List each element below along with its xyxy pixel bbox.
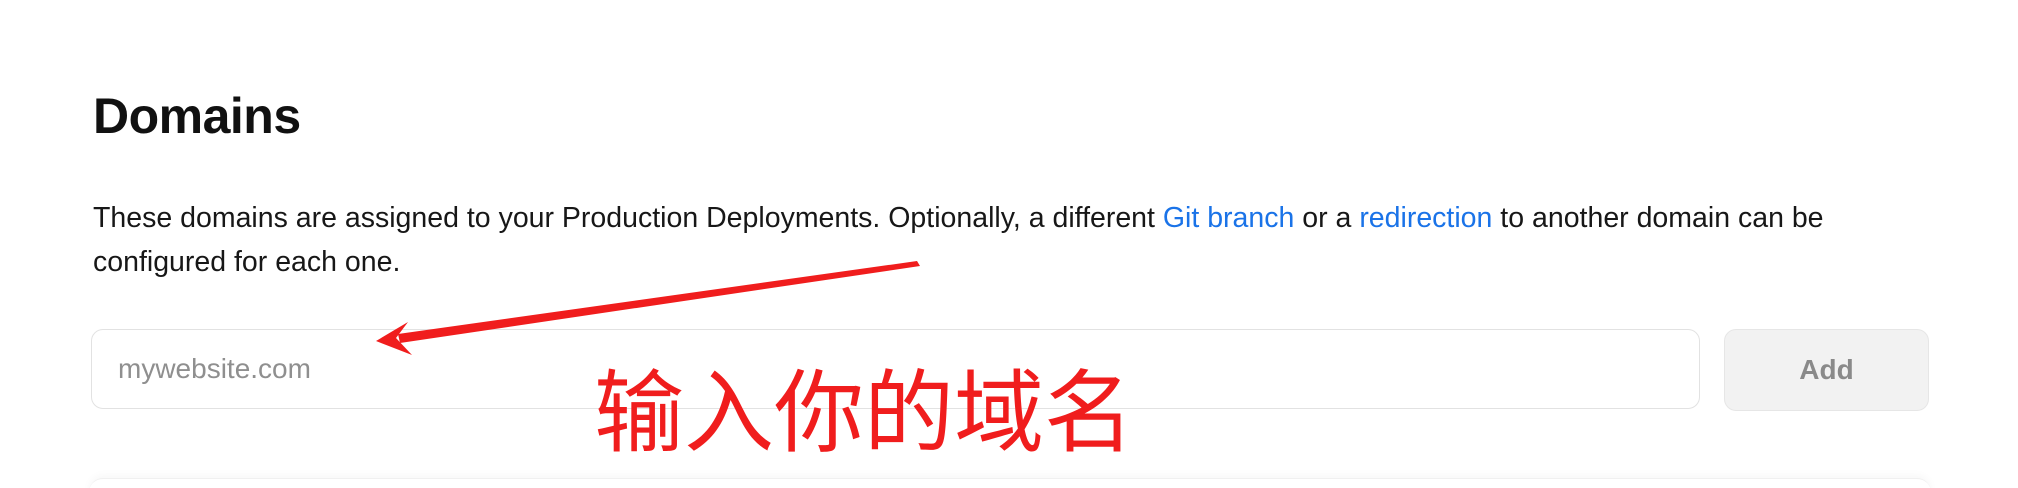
section-description: These domains are assigned to your Produ… bbox=[93, 196, 1953, 284]
section-title: Domains bbox=[93, 88, 301, 144]
redirection-link[interactable]: redirection bbox=[1359, 202, 1492, 234]
domain-list-card bbox=[89, 478, 1931, 488]
description-text-between: or a bbox=[1294, 202, 1360, 234]
annotation-label: 输入你的域名 bbox=[594, 361, 1134, 466]
domains-settings-page: Domains These domains are assigned to yo… bbox=[0, 0, 2018, 488]
add-domain-button[interactable]: Add bbox=[1724, 329, 1929, 411]
description-text-before: These domains are assigned to your Produ… bbox=[93, 202, 1163, 234]
git-branch-link[interactable]: Git branch bbox=[1163, 202, 1294, 234]
